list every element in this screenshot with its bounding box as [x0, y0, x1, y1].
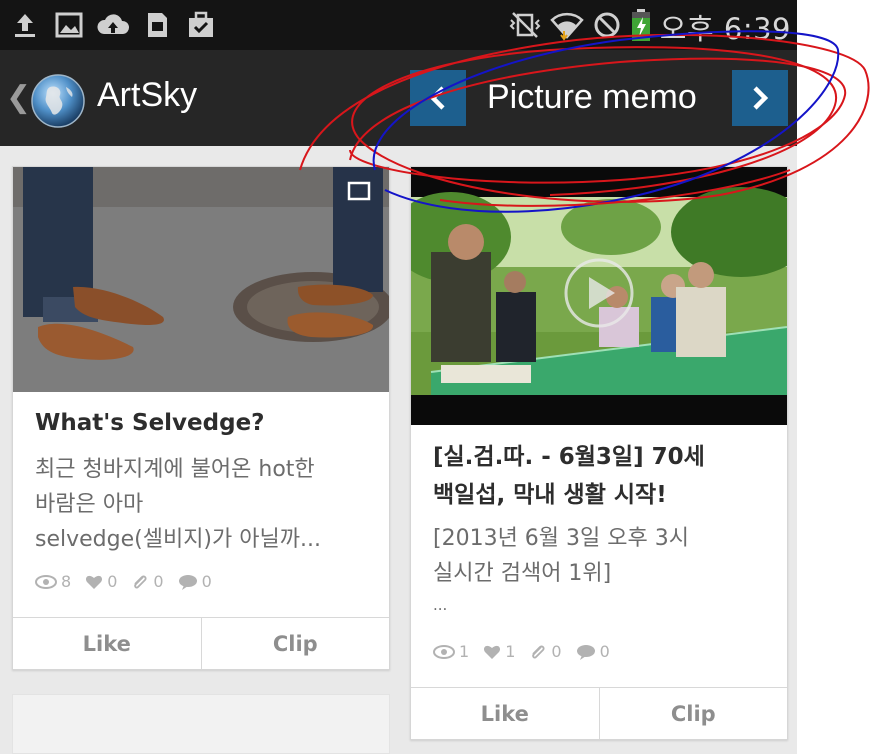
clip-button[interactable]: Clip: [200, 618, 390, 669]
card-actions: Like Clip: [13, 617, 389, 669]
like-button[interactable]: Like: [13, 618, 201, 669]
view-count: 1: [433, 642, 469, 661]
clip-button[interactable]: Clip: [598, 688, 788, 739]
wifi-icon: [550, 9, 584, 45]
post-card-partial[interactable]: [12, 694, 390, 754]
clip-count: 0: [131, 572, 164, 591]
like-button[interactable]: Like: [411, 688, 599, 739]
previous-button[interactable]: [410, 70, 466, 126]
globe-icon[interactable]: [30, 73, 86, 129]
vibrate-off-icon: [508, 10, 542, 44]
notification-icons: [8, 8, 218, 42]
action-bar: ❮ ArtSky Picture memo: [0, 50, 797, 146]
comment-count-value: 0: [599, 642, 610, 661]
like-count: 1: [483, 642, 515, 661]
no-sign-icon: [592, 10, 622, 44]
post-card[interactable]: [실.검.따. - 6월3일] 70세 백일섭, 막내 생활 시작! [2013…: [410, 166, 788, 740]
speech-bubble-icon: [178, 574, 197, 590]
post-title[interactable]: What's Selvedge?: [35, 410, 265, 436]
next-button[interactable]: [732, 70, 788, 126]
post-stats: 8 0 0 0: [35, 572, 212, 591]
cloud-upload-icon: [96, 8, 130, 42]
screen-edge: [797, 0, 883, 754]
view-count: 8: [35, 572, 71, 591]
like-count-value: 1: [505, 642, 516, 661]
description-line: 실시간 검색어 1위]: [433, 561, 612, 586]
title-line: 백일섭, 막내 생활 시작!: [433, 482, 667, 508]
paperclip-icon: [532, 644, 545, 659]
briefcase-check-icon: [184, 8, 218, 42]
clip-count: 0: [529, 642, 562, 661]
page-title: Picture memo: [487, 78, 697, 116]
clip-count-value: 0: [153, 572, 164, 591]
status-bar: 오후 6:39: [0, 0, 797, 50]
card-actions: Like Clip: [411, 687, 787, 739]
post-description: 최근 청바지계에 불어온 hot한 바람은 아마 selvedge(셀비지)가 …: [35, 452, 380, 557]
back-chevron-icon[interactable]: ❮: [6, 80, 31, 115]
post-description: [2013년 6월 3일 오후 3시 실시간 검색어 1위] ...: [433, 521, 778, 619]
speech-bubble-icon: [576, 644, 595, 660]
comment-count: 0: [178, 572, 212, 591]
post-title[interactable]: [실.검.따. - 6월3일] 70세 백일섭, 막내 생활 시작!: [433, 438, 773, 514]
clock: 오후 6:39: [659, 12, 791, 46]
heart-icon: [86, 575, 103, 589]
like-count: 0: [85, 572, 117, 591]
post-photo[interactable]: [13, 167, 389, 392]
eye-icon: [35, 574, 57, 589]
heart-icon: [484, 645, 501, 659]
description-line: 최근 청바지계에 불어온 hot한: [35, 457, 315, 482]
app-title: ArtSky: [97, 76, 198, 114]
clip-count-value: 0: [551, 642, 562, 661]
description-line: ...: [433, 596, 448, 614]
post-stats: 1 1 0 0: [433, 642, 610, 661]
like-count-value: 0: [107, 572, 118, 591]
description-line: [2013년 6월 3일 오후 3시: [433, 526, 689, 551]
eye-icon: [433, 644, 455, 659]
battery-charging-icon: [630, 8, 652, 46]
description-line: 바람은 아마: [35, 492, 144, 517]
chevron-right-icon: [753, 86, 769, 110]
comment-count: 0: [576, 642, 610, 661]
view-count-value: 1: [459, 642, 470, 661]
comment-count-value: 0: [201, 572, 212, 591]
title-line: [실.검.따. - 6월3일] 70세: [433, 444, 705, 470]
view-count-value: 8: [61, 572, 72, 591]
system-status: 오후 6:39: [508, 6, 791, 48]
paperclip-icon: [134, 574, 147, 589]
video-thumbnail[interactable]: [411, 167, 787, 425]
image-icon: [52, 8, 86, 42]
chevron-left-icon: [429, 86, 445, 110]
sd-card-icon: [140, 8, 174, 42]
description-line: selvedge(셀비지)가 아닐까...: [35, 527, 321, 552]
upload-icon: [8, 8, 42, 42]
post-card[interactable]: What's Selvedge? 최근 청바지계에 불어온 hot한 바람은 아…: [12, 166, 390, 670]
